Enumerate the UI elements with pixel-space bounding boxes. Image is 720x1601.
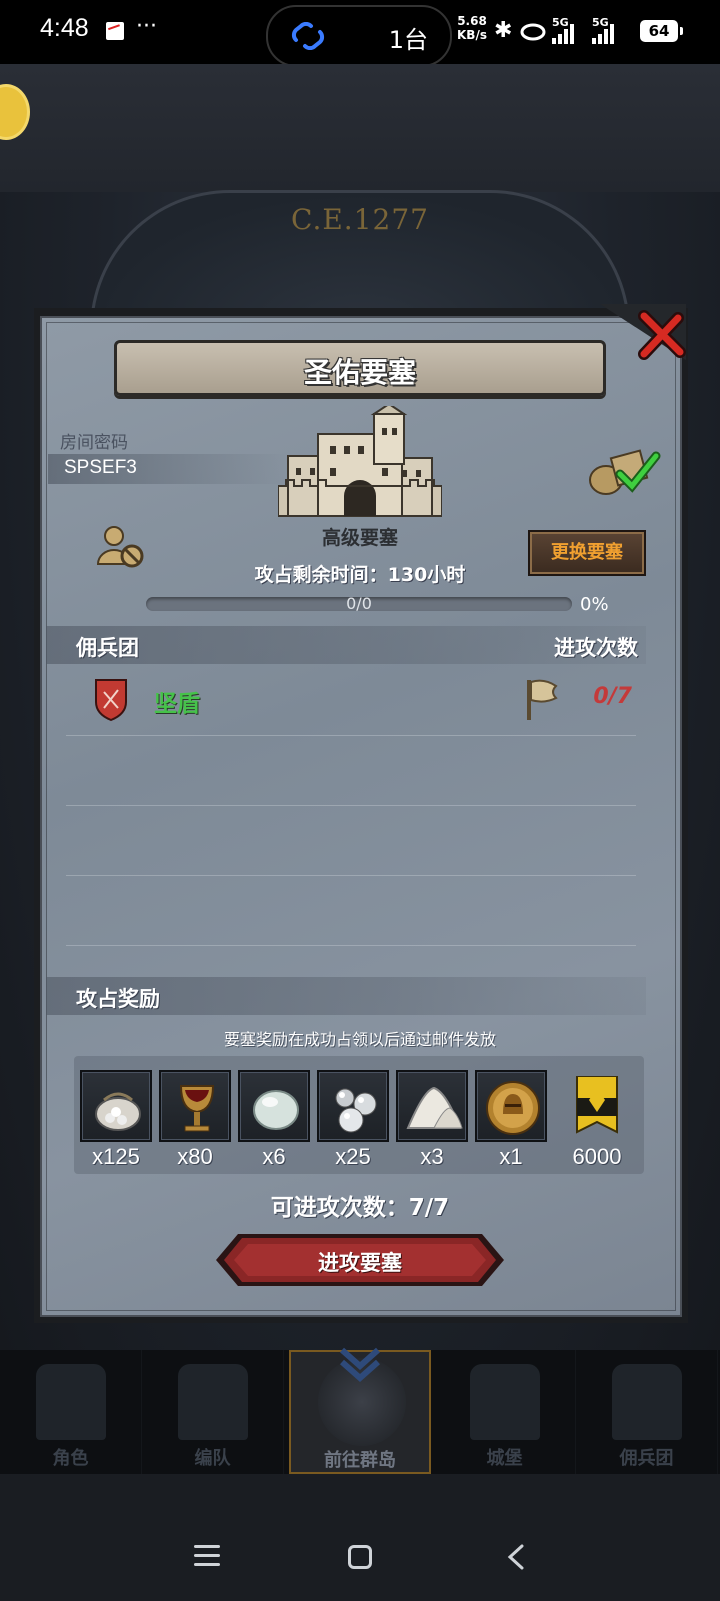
pearl-icon (253, 1090, 299, 1130)
nav-label: 前往群岛 (324, 1450, 396, 1471)
row-divider (66, 945, 636, 946)
battery-level: 64 (640, 20, 683, 42)
guild-banner-icon (576, 1076, 618, 1134)
system-nav-bar (0, 1474, 720, 1601)
clock: 4:48 (40, 14, 89, 42)
link-icon (291, 22, 325, 50)
signal-bars-1-icon (550, 22, 578, 44)
knight-helmet-icon (36, 1364, 106, 1440)
mercenary-header: 佣兵团 (76, 636, 139, 660)
reward-item[interactable]: x25 (317, 1070, 389, 1170)
attack-count-header: 进攻次数 (554, 636, 638, 660)
reward-quantity: x3 (420, 1144, 444, 1169)
nav-label: 编队 (194, 1448, 231, 1469)
rewards-section-header: 攻占奖励 (46, 977, 646, 1015)
reward-item[interactable]: x1 (475, 1070, 547, 1170)
capture-progress-percent: 0% (580, 594, 609, 615)
nav-role[interactable]: 角色 (0, 1350, 142, 1474)
chevron-down-icon (340, 1347, 380, 1383)
silver-pearls-icon (335, 1088, 377, 1133)
reward-quantity: x125 (92, 1144, 140, 1169)
armored-knight-icon (178, 1364, 248, 1440)
attack-fortress-label[interactable]: 进攻要塞 (216, 1247, 504, 1277)
fortress-castle-icon (278, 406, 442, 517)
mercenary-name: 坚盾 (154, 691, 200, 717)
mercenary-section-header: 佣兵团 进攻次数 (46, 626, 646, 664)
speed-value: 5.68 (457, 14, 487, 28)
nav-formation[interactable]: 编队 (142, 1350, 284, 1474)
stocks-app-icon (106, 22, 124, 40)
goblet-icon (179, 1085, 215, 1132)
silver-sack-icon (95, 1092, 141, 1131)
title-banner: 圣佑要塞 (114, 340, 606, 396)
era-label: C.E.1277 (291, 203, 429, 236)
row-divider (66, 875, 636, 876)
wifi-link-icon (520, 23, 546, 41)
salt-pile-icon (406, 1086, 463, 1129)
back-icon[interactable] (504, 1544, 530, 1570)
bluetooth-icon: ✱ (494, 18, 513, 43)
fortress-title: 圣佑要塞 (303, 356, 416, 389)
reward-item[interactable]: x3 (396, 1070, 468, 1170)
room-password-label: 房间密码 (60, 433, 128, 453)
signal-bars-2-icon (590, 22, 618, 44)
device-count: 1台 (388, 26, 428, 54)
capture-progress-text: 0/0 (346, 594, 372, 613)
mercenary-shield-icon (95, 679, 127, 722)
reward-quantity: x25 (335, 1144, 371, 1169)
status-bar: 4:48 ··· 1台 5.68 KB/s ✱ 5G 5G 64 (0, 0, 720, 67)
nav-castle[interactable]: 城堡 (434, 1350, 576, 1474)
nav-mercenaries[interactable]: 佣兵团 (576, 1350, 718, 1474)
close-icon[interactable] (636, 310, 686, 360)
reward-item[interactable]: x80 (159, 1070, 231, 1170)
reward-quantity: x6 (262, 1144, 286, 1169)
reward-quantity: x80 (177, 1144, 213, 1169)
resource-bag-check-icon[interactable] (584, 446, 664, 496)
knight-medal-icon (486, 1081, 540, 1135)
mercenary-attack-count: 0/7 (593, 684, 632, 709)
home-icon[interactable] (348, 1545, 372, 1569)
rewards-note: 要塞奖励在成功占领以后通过邮件发放 (223, 1030, 496, 1049)
row-divider (66, 735, 636, 736)
menu-icon[interactable] (194, 1545, 220, 1567)
mercenary-row[interactable]: 坚盾 0/7 (46, 660, 646, 732)
nav-label: 城堡 (486, 1448, 523, 1469)
castle-icon (470, 1364, 540, 1440)
rewards-header: 攻占奖励 (76, 987, 160, 1011)
reward-item[interactable]: x6 (238, 1070, 310, 1170)
attack-flag-icon (527, 679, 558, 720)
reward-item[interactable]: 6000 (561, 1070, 633, 1170)
speed-unit: KB/s (457, 28, 487, 42)
tower-icon (612, 1364, 682, 1440)
network-speed: 5.68 KB/s (457, 14, 487, 42)
attacks-available: 可进攻次数：7/7 (270, 1195, 450, 1221)
nav-label: 佣兵团 (619, 1448, 674, 1469)
reward-quantity: x1 (499, 1144, 523, 1169)
more-notifications-icon: ··· (136, 14, 157, 39)
top-band (0, 64, 720, 192)
capture-time-left: 攻占剩余时间：130小时 (254, 564, 466, 586)
reward-quantity: 6000 (572, 1144, 622, 1169)
room-code[interactable]: SPSEF3 (64, 457, 137, 479)
reward-item[interactable]: x125 (80, 1070, 152, 1170)
connection-pill[interactable]: 1台 (266, 5, 452, 67)
nav-label: 角色 (52, 1448, 89, 1469)
row-divider (66, 805, 636, 806)
